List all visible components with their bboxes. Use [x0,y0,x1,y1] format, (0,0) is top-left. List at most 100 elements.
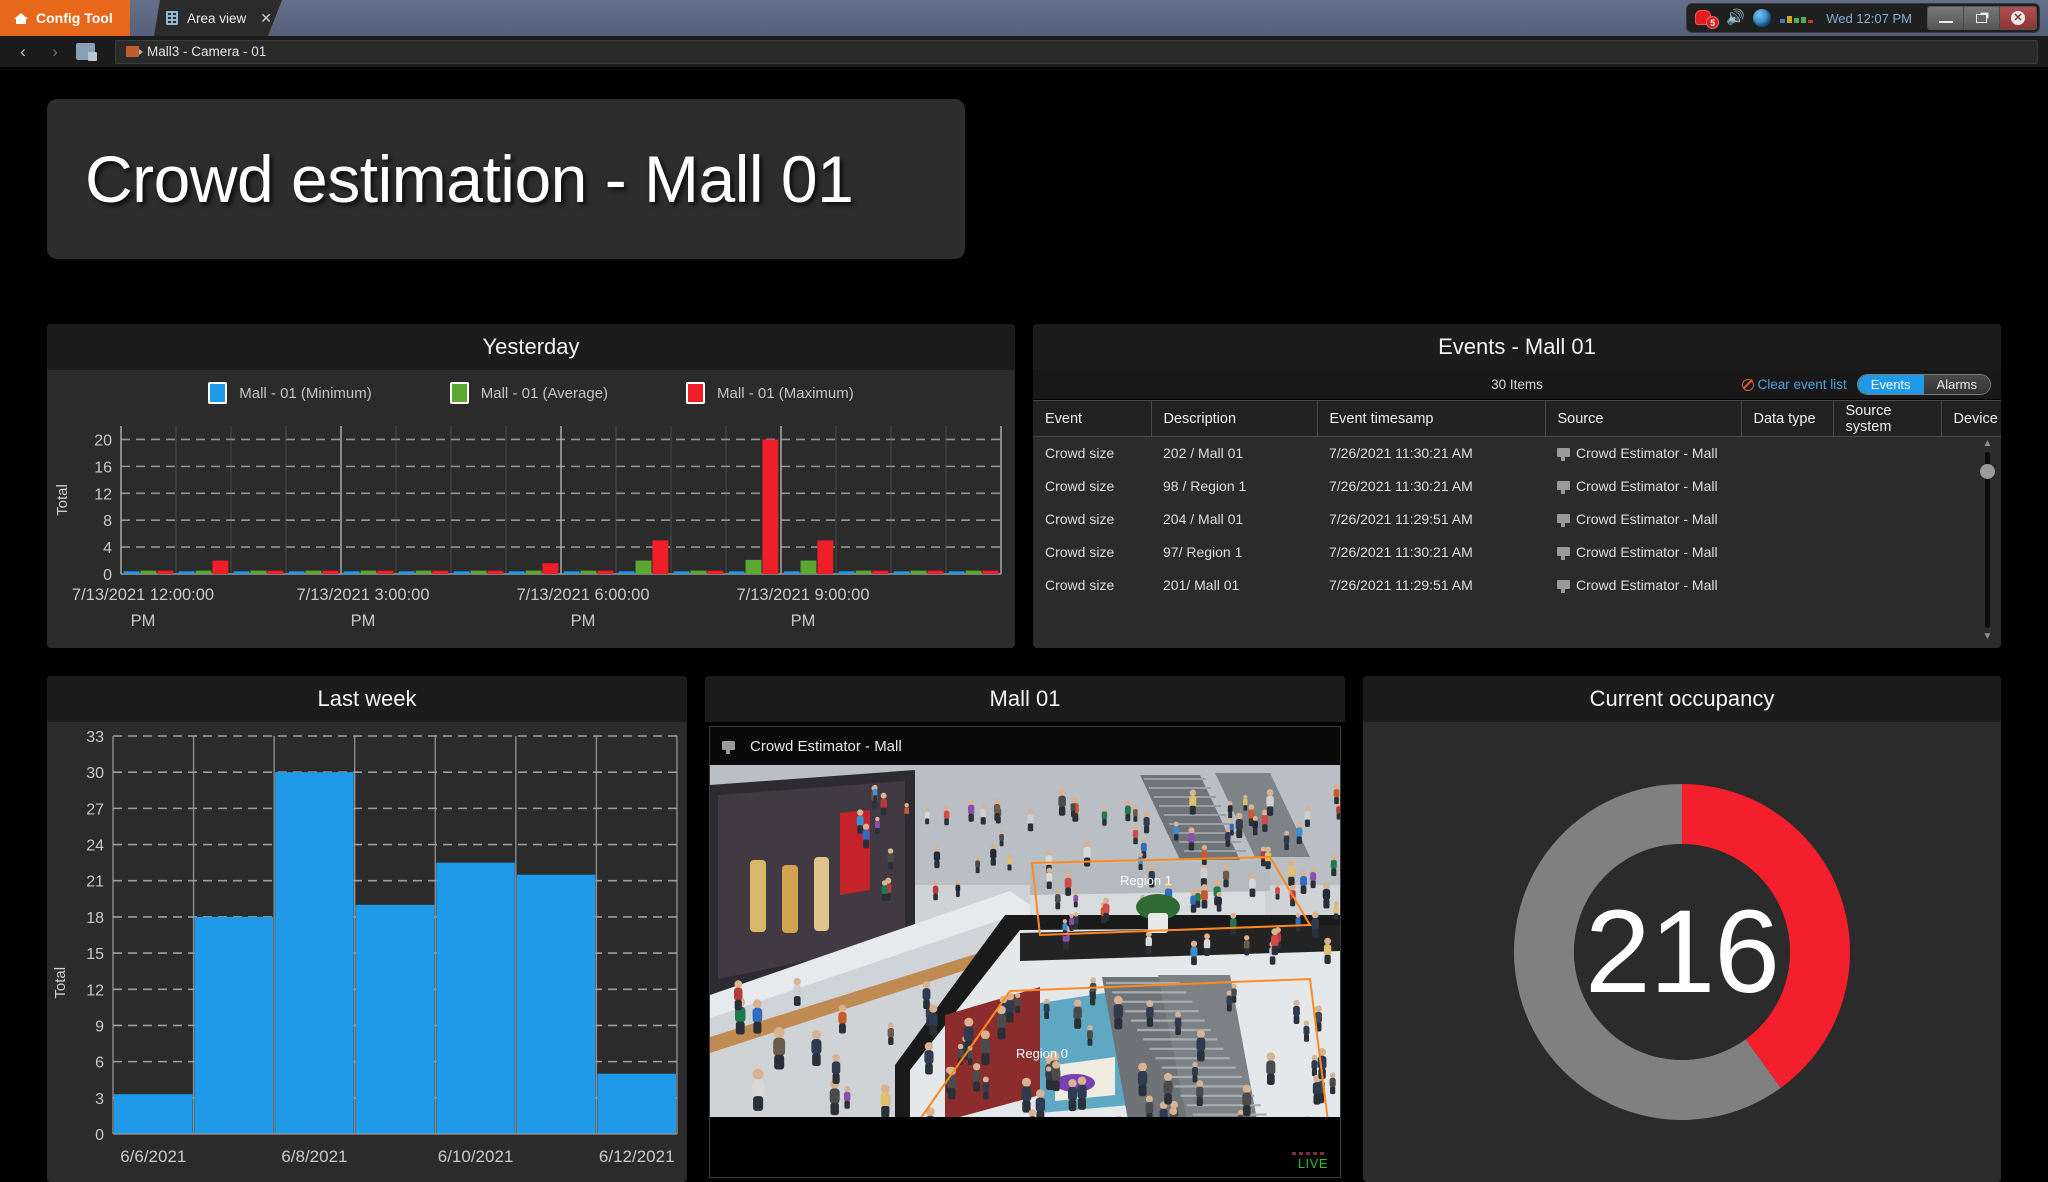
source-system-cell [1833,503,1941,536]
column-header-source[interactable]: Source [1545,401,1741,437]
select-view-icon[interactable] [76,43,95,60]
svg-text:24: 24 [86,838,104,855]
live-badge: LIVE [1298,1156,1328,1171]
tab-area-view[interactable]: Area view ✕ [154,0,282,36]
legend-label-maximum: Mall - 01 (Maximum) [717,385,854,402]
globe-icon[interactable] [1753,9,1771,27]
app-tab-label: Config Tool [36,10,113,26]
area-view-canvas: Crowd estimation - Mall 01 Yesterday Mal… [0,68,2048,1152]
svg-text:7/13/2021 3:00:00: 7/13/2021 3:00:00 [296,586,429,604]
scrollbar-thumb[interactable] [1980,464,1995,479]
network-activity-icon [1780,13,1813,23]
timestamp-cell-text: 7/26/2021 11:29:51 AM [1329,511,1473,527]
column-header-description[interactable]: Description [1151,401,1317,437]
table-row[interactable]: Crowd size201/ Mall 01 7/26/2021 11:29:51… [1033,569,2001,602]
event-cell: Crowd size [1033,569,1151,602]
close-window-button[interactable]: ✕ [2000,7,2036,29]
event-cell: Crowd size [1033,503,1151,536]
source-cell-text: Crowd Estimator - Mall [1576,445,1718,461]
source-cell-text: Crowd Estimator - Mall [1576,544,1718,560]
toggle-events[interactable]: Events [1858,375,1924,394]
svg-text:PM: PM [131,612,156,630]
panel-mall-01-video: Mall 01 Crowd Estimator - Mall Region 1R… [705,676,1345,1182]
scroll-up-icon[interactable]: ▲ [1980,438,1995,449]
events-toolbar: 30 Items Clear event list Events Alarms [1033,370,2001,400]
legend-label-average: Mall - 01 (Average) [481,385,608,402]
svg-text:21: 21 [86,874,104,891]
description-cell: 201/ Mall 01 [1151,569,1317,602]
legend-item-maximum: Mall - 01 (Maximum) [686,382,854,404]
table-row[interactable]: Crowd size 97/ Region 1 7/26/2021 11:30:21… [1033,536,2001,569]
events-scrollbar[interactable]: ▲ ▼ [1980,438,1995,642]
close-icon[interactable]: ✕ [260,11,272,25]
alarm-count-badge: 5 [1706,16,1719,29]
svg-text:6/12/2021: 6/12/2021 [599,1147,675,1166]
svg-text:16: 16 [94,459,112,476]
panel-mall-01-title: Mall 01 [705,676,1345,722]
svg-text:PM: PM [351,612,376,630]
svg-text:6/6/2021: 6/6/2021 [120,1147,186,1166]
page-title: Crowd estimation - Mall 01 [85,141,853,217]
column-header-event-timestamp[interactable]: Event timesamp [1317,401,1545,437]
source-system-cell [1833,569,1941,602]
events-alarms-toggle[interactable]: Events Alarms [1857,374,1991,395]
table-row[interactable]: Crowd size202 / Mall 017/26/2021 11:30:2… [1033,437,2001,470]
events-table-header-row: Event Description Event timesamp Source … [1033,401,2001,437]
video-area[interactable]: Crowd Estimator - Mall Region 1Region 0 … [705,722,1345,1182]
data-type-cell [1741,470,1833,503]
source-cell-text: Crowd Estimator - Mall [1576,577,1718,593]
video-view[interactable]: Crowd Estimator - Mall Region 1Region 0 … [709,726,1341,1178]
column-header-source-system[interactable]: Source system [1833,401,1941,437]
panel-events: Events - Mall 01 30 Items Clear event li… [1033,324,2001,648]
breadcrumb[interactable]: Mall3 - Camera - 01 [115,40,2038,64]
occupancy-donut: 216 [1472,742,1892,1162]
scroll-down-icon[interactable]: ▼ [1980,631,1995,642]
svg-text:7/13/2021 6:00:00: 7/13/2021 6:00:00 [516,586,649,604]
camera-icon [1557,448,1570,457]
minimize-button[interactable] [1928,7,1964,29]
event-cell: Crowd size [1033,470,1151,503]
svg-text:8: 8 [103,513,112,530]
column-header-event[interactable]: Event [1033,401,1151,437]
table-row[interactable]: Crowd size 98 / Region 1 7/26/2021 11:30:2… [1033,470,2001,503]
svg-text:0: 0 [95,1127,104,1144]
source-cell-text: Crowd Estimator - Mall [1576,511,1718,527]
column-header-device[interactable]: Device [1941,401,2001,437]
column-header-data-type[interactable]: Data type [1741,401,1833,437]
occupancy-value: 216 [1472,742,1892,1162]
description-cell-text: 97/ Region 1 [1163,544,1242,560]
restore-button[interactable] [1964,7,2000,29]
svg-text:30: 30 [86,765,104,782]
source-cell: Crowd Estimator - Mall [1545,470,1741,503]
event-cell-text: Crowd size [1045,544,1114,560]
events-table: Event Description Event timesamp Source … [1033,400,2001,602]
ban-icon [1742,379,1754,391]
app-tab-config-tool[interactable]: Config Tool [0,0,130,36]
table-row[interactable]: Crowd size204 / Mall 017/26/2021 11:29:5… [1033,503,2001,536]
event-cell-text: Crowd size [1045,445,1114,461]
roi-label-region-1: Region 1 [1120,873,1172,888]
description-cell-text: 98 / Region 1 [1163,478,1246,494]
window-title-bar: Config Tool Area view ✕ 5 🔊 Wed 12:07 PM… [0,0,2048,36]
panel-yesterday: Yesterday Mall - 01 (Minimum) Mall - 01 … [47,324,1015,648]
timestamp-cell-text: 7/26/2021 11:29:51 AM [1329,577,1473,593]
camera-icon [722,741,735,750]
timestamp-cell: 7/26/2021 11:30:21 AM [1317,470,1545,503]
svg-text:9: 9 [95,1018,104,1035]
timestamp-cell-text: 7/26/2021 11:30:21 AM [1329,544,1473,560]
panel-yesterday-title: Yesterday [47,324,1015,370]
description-cell: 202 / Mall 01 [1151,437,1317,470]
source-system-cell [1833,536,1941,569]
back-arrow-icon[interactable]: ‹ [12,42,34,62]
toggle-alarms[interactable]: Alarms [1924,375,1990,394]
svg-text:15: 15 [86,946,104,963]
speaker-icon[interactable]: 🔊 [1726,10,1744,26]
forward-arrow-icon[interactable]: › [44,42,66,62]
data-type-cell [1741,437,1833,470]
clear-event-list-button[interactable]: Clear event list [1742,377,1847,392]
source-system-cell [1833,437,1941,470]
breadcrumb-label: Mall3 - Camera - 01 [147,44,266,59]
alarm-icon[interactable]: 5 [1695,9,1717,27]
panel-current-occupancy-title: Current occupancy [1363,676,2001,722]
source-cell: Crowd Estimator - Mall [1545,503,1741,536]
